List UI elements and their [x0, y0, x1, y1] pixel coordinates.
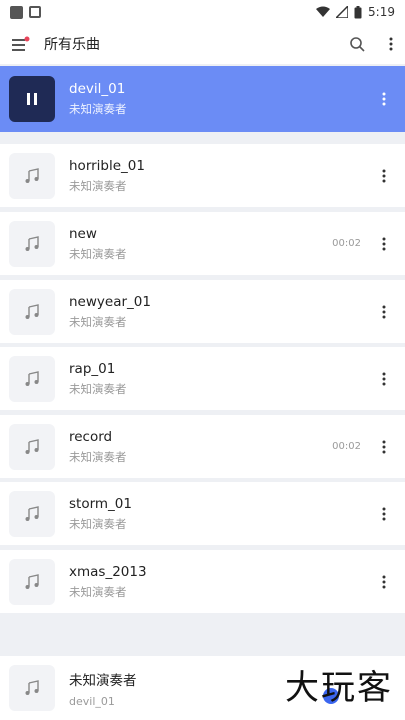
song-more-icon[interactable]: [377, 305, 391, 319]
watermark: 大玩客: [285, 668, 393, 708]
song-artist: 未知演奏者: [69, 584, 127, 599]
search-icon[interactable]: [349, 36, 365, 52]
song-row-devil_01[interactable]: devil_01 未知演奏者: [0, 66, 405, 132]
app-notification-icon: [10, 5, 23, 19]
song-row-record[interactable]: record 未知演奏者 00:02: [0, 415, 405, 478]
more-options-icon[interactable]: [389, 37, 393, 51]
song-artist: 未知演奏者: [69, 449, 127, 464]
app-actions: [349, 36, 393, 52]
status-left: [10, 5, 41, 19]
music-note-icon: [25, 573, 39, 589]
song-thumbnail: [9, 76, 55, 122]
song-title: devil_01: [69, 81, 126, 97]
song-artist: 未知演奏者: [69, 314, 127, 329]
app-bar: 所有乐曲: [0, 24, 405, 64]
song-more-icon[interactable]: [377, 440, 391, 454]
song-row-rap_01[interactable]: rap_01 未知演奏者: [0, 347, 405, 410]
song-row-horrible_01[interactable]: horrible_01 未知演奏者: [0, 144, 405, 207]
song-meta: newyear_01 未知演奏者: [69, 294, 361, 330]
song-meta: horrible_01 未知演奏者: [69, 158, 361, 194]
mini-player-meta: 未知演奏者 devil_01: [69, 669, 137, 708]
song-artist: 未知演奏者: [69, 381, 127, 396]
song-more-icon[interactable]: [377, 92, 391, 106]
status-bar: 5:19: [0, 0, 405, 24]
song-meta: storm_01 未知演奏者: [69, 496, 361, 532]
song-title: xmas_2013: [69, 563, 147, 580]
pause-icon[interactable]: [26, 92, 38, 106]
song-title: newyear_01: [69, 293, 151, 310]
song-thumbnail: [9, 288, 55, 335]
notification-icon: [29, 6, 41, 18]
song-row-storm_01[interactable]: storm_01 未知演奏者: [0, 482, 405, 545]
music-note-icon: [25, 303, 39, 319]
battery-icon: [354, 5, 362, 18]
music-note-icon: [25, 235, 39, 251]
song-more-icon[interactable]: [377, 575, 391, 589]
song-thumbnail: [9, 558, 55, 605]
song-title: new: [69, 225, 97, 242]
page-title: 所有乐曲: [44, 37, 100, 53]
song-thumbnail: [9, 423, 55, 470]
song-more-icon[interactable]: [377, 372, 391, 386]
mini-player-subtitle: devil_01: [69, 694, 115, 708]
song-title: rap_01: [69, 360, 116, 377]
song-meta: devil_01 未知演奏者: [69, 81, 361, 117]
mini-player-title: 未知演奏者: [69, 672, 137, 689]
status-time: 5:19: [368, 5, 395, 19]
song-artist: 未知演奏者: [69, 516, 127, 531]
wifi-icon: [316, 6, 331, 17]
song-more-icon[interactable]: [377, 237, 391, 251]
song-meta: record 未知演奏者: [69, 429, 332, 465]
song-title: storm_01: [69, 495, 132, 512]
song-thumbnail: [9, 220, 55, 267]
song-duration: 00:02: [332, 441, 361, 452]
music-note-icon: [25, 370, 39, 386]
song-meta: new 未知演奏者: [69, 226, 332, 262]
music-note-icon: [25, 680, 39, 695]
song-title: horrible_01: [69, 157, 145, 174]
song-duration: 00:02: [332, 238, 361, 249]
song-artist: 未知演奏者: [69, 102, 127, 116]
song-row-new[interactable]: new 未知演奏者 00:02: [0, 212, 405, 275]
song-title: record: [69, 428, 113, 445]
music-note-icon: [25, 167, 39, 183]
song-row-newyear_01[interactable]: newyear_01 未知演奏者: [0, 280, 405, 343]
song-row-xmas_2013[interactable]: xmas_2013 未知演奏者: [0, 550, 405, 613]
song-more-icon[interactable]: [377, 507, 391, 521]
song-thumbnail: [9, 490, 55, 537]
song-artist: 未知演奏者: [69, 178, 127, 193]
signal-icon: [336, 6, 349, 18]
song-meta: rap_01 未知演奏者: [69, 361, 361, 397]
menu-icon[interactable]: [12, 36, 30, 52]
song-meta: xmas_2013 未知演奏者: [69, 564, 361, 600]
song-thumbnail: [9, 355, 55, 402]
song-artist: 未知演奏者: [69, 246, 127, 261]
music-note-icon: [25, 505, 39, 521]
mini-player-thumbnail: [9, 665, 55, 711]
music-note-icon: [25, 438, 39, 454]
song-more-icon[interactable]: [377, 169, 391, 183]
song-thumbnail: [9, 152, 55, 199]
status-right: 5:19: [316, 5, 395, 19]
